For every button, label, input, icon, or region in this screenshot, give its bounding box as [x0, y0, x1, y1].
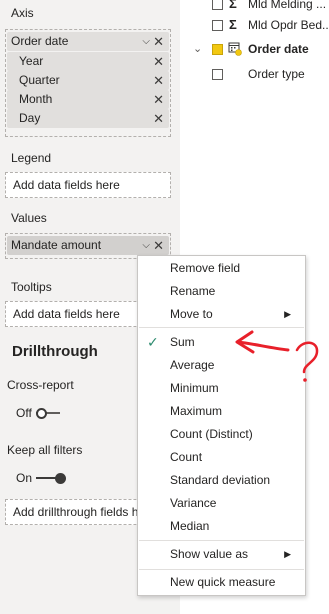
legend-drop-zone[interactable]: Add data fields here: [5, 172, 171, 198]
axis-hierarchy-year[interactable]: Year ✕: [7, 52, 169, 71]
chevron-down-icon[interactable]: ⌵: [142, 32, 150, 51]
menu-item-median[interactable]: Median: [138, 515, 305, 537]
hierarchy-level-label: Quarter: [19, 73, 60, 87]
axis-well[interactable]: Order date ⌵ ✕ Year ✕ Quarter ✕ Month ✕ …: [5, 29, 171, 137]
axis-hierarchy-quarter[interactable]: Quarter ✕: [7, 71, 169, 90]
menu-item-new-quick-measure[interactable]: New quick measure: [138, 571, 305, 593]
field-name: Mld Melding ...: [248, 0, 327, 11]
menu-item-move-to[interactable]: Move to ▶: [138, 303, 305, 325]
axis-hierarchy-day[interactable]: Day ✕: [7, 109, 169, 128]
menu-item-label: Count (Distinct): [170, 427, 253, 441]
menu-item-label: Standard deviation: [170, 473, 271, 487]
hierarchy-level-label: Month: [19, 92, 53, 106]
menu-item-label: Count: [170, 450, 203, 464]
field-item-order-date[interactable]: ⌄ Order date: [180, 39, 329, 59]
field-name: Mld Opdr Bed...: [248, 18, 329, 32]
sigma-icon: Σ: [229, 0, 237, 11]
keep-filters-state: On: [16, 471, 33, 485]
menu-item-count[interactable]: Count: [138, 446, 305, 468]
menu-item-label: Remove field: [170, 261, 241, 275]
tooltips-label: Tooltips: [11, 280, 52, 294]
close-icon[interactable]: ✕: [153, 71, 164, 90]
cross-report-toggle[interactable]: [36, 408, 66, 419]
toggle-knob: [55, 473, 66, 484]
keep-filters-label: Keep all filters: [7, 443, 83, 457]
menu-item-count-distinct[interactable]: Count (Distinct): [138, 423, 305, 445]
date-hierarchy-icon: [228, 42, 242, 56]
menu-item-variance[interactable]: Variance: [138, 492, 305, 514]
menu-item-remove-field[interactable]: Remove field: [138, 257, 305, 279]
menu-item-label: Rename: [170, 284, 216, 298]
close-icon[interactable]: ✕: [153, 109, 164, 128]
hierarchy-level-label: Year: [19, 54, 44, 68]
menu-item-label: Minimum: [170, 381, 219, 395]
menu-item-rename[interactable]: Rename: [138, 280, 305, 302]
field-context-menu: Remove field Rename Move to ▶ ✓ Sum Aver…: [137, 255, 306, 596]
menu-separator: [139, 569, 304, 570]
menu-item-minimum[interactable]: Minimum: [138, 377, 305, 399]
field-checkbox-checked[interactable]: [212, 44, 223, 55]
field-item[interactable]: Σ Mld Melding ...: [180, 0, 329, 14]
menu-separator: [139, 327, 304, 328]
keep-filters-toggle[interactable]: [36, 473, 66, 484]
field-checkbox[interactable]: [212, 0, 223, 10]
field-name: Order date: [248, 42, 309, 56]
menu-item-label: Sum: [170, 335, 195, 349]
field-item[interactable]: Σ Mld Opdr Bed...: [180, 15, 329, 35]
menu-item-label: Variance: [170, 496, 217, 510]
field-name: Order type: [248, 67, 305, 81]
cross-report-label: Cross-report: [7, 378, 74, 392]
menu-item-label: Median: [170, 519, 210, 533]
menu-item-label: Maximum: [170, 404, 223, 418]
collapse-chevron-icon[interactable]: ⌄: [193, 39, 202, 59]
menu-item-standard-deviation[interactable]: Standard deviation: [138, 469, 305, 491]
remove-axis-field-icon[interactable]: ✕: [153, 32, 164, 51]
menu-item-average[interactable]: Average: [138, 354, 305, 376]
chevron-down-icon[interactable]: ⌵: [142, 236, 150, 255]
menu-item-label: Show value as: [170, 547, 249, 561]
check-icon: ✓: [147, 334, 159, 350]
axis-hierarchy-month[interactable]: Month ✕: [7, 90, 169, 109]
menu-item-label: Average: [170, 358, 215, 372]
drillthrough-title: Drillthrough: [12, 343, 98, 360]
values-field-pill[interactable]: Mandate amount ⌵ ✕: [7, 236, 169, 255]
cross-report-state: Off: [16, 406, 32, 420]
axis-label: Axis: [11, 6, 34, 20]
close-icon[interactable]: ✕: [153, 52, 164, 71]
axis-field-pill[interactable]: Order date ⌵ ✕: [7, 32, 169, 51]
menu-separator: [139, 540, 304, 541]
menu-item-label: New quick measure: [170, 575, 276, 589]
field-item[interactable]: Order type: [180, 64, 329, 84]
toggle-knob: [36, 408, 47, 419]
close-icon[interactable]: ✕: [153, 90, 164, 109]
field-checkbox[interactable]: [212, 20, 223, 31]
remove-values-field-icon[interactable]: ✕: [153, 236, 164, 255]
field-checkbox[interactable]: [212, 69, 223, 80]
submenu-arrow-icon: ▶: [284, 309, 291, 319]
hierarchy-level-label: Day: [19, 111, 41, 125]
values-field-name: Mandate amount: [11, 238, 102, 252]
sigma-icon: Σ: [229, 17, 237, 32]
values-label: Values: [11, 211, 47, 225]
menu-item-label: Move to: [170, 307, 213, 321]
legend-label: Legend: [11, 151, 52, 165]
menu-item-show-value-as[interactable]: Show value as ▶: [138, 543, 305, 565]
submenu-arrow-icon: ▶: [284, 549, 291, 559]
menu-item-maximum[interactable]: Maximum: [138, 400, 305, 422]
axis-field-name: Order date: [11, 34, 69, 48]
menu-item-sum[interactable]: ✓ Sum: [138, 331, 305, 353]
